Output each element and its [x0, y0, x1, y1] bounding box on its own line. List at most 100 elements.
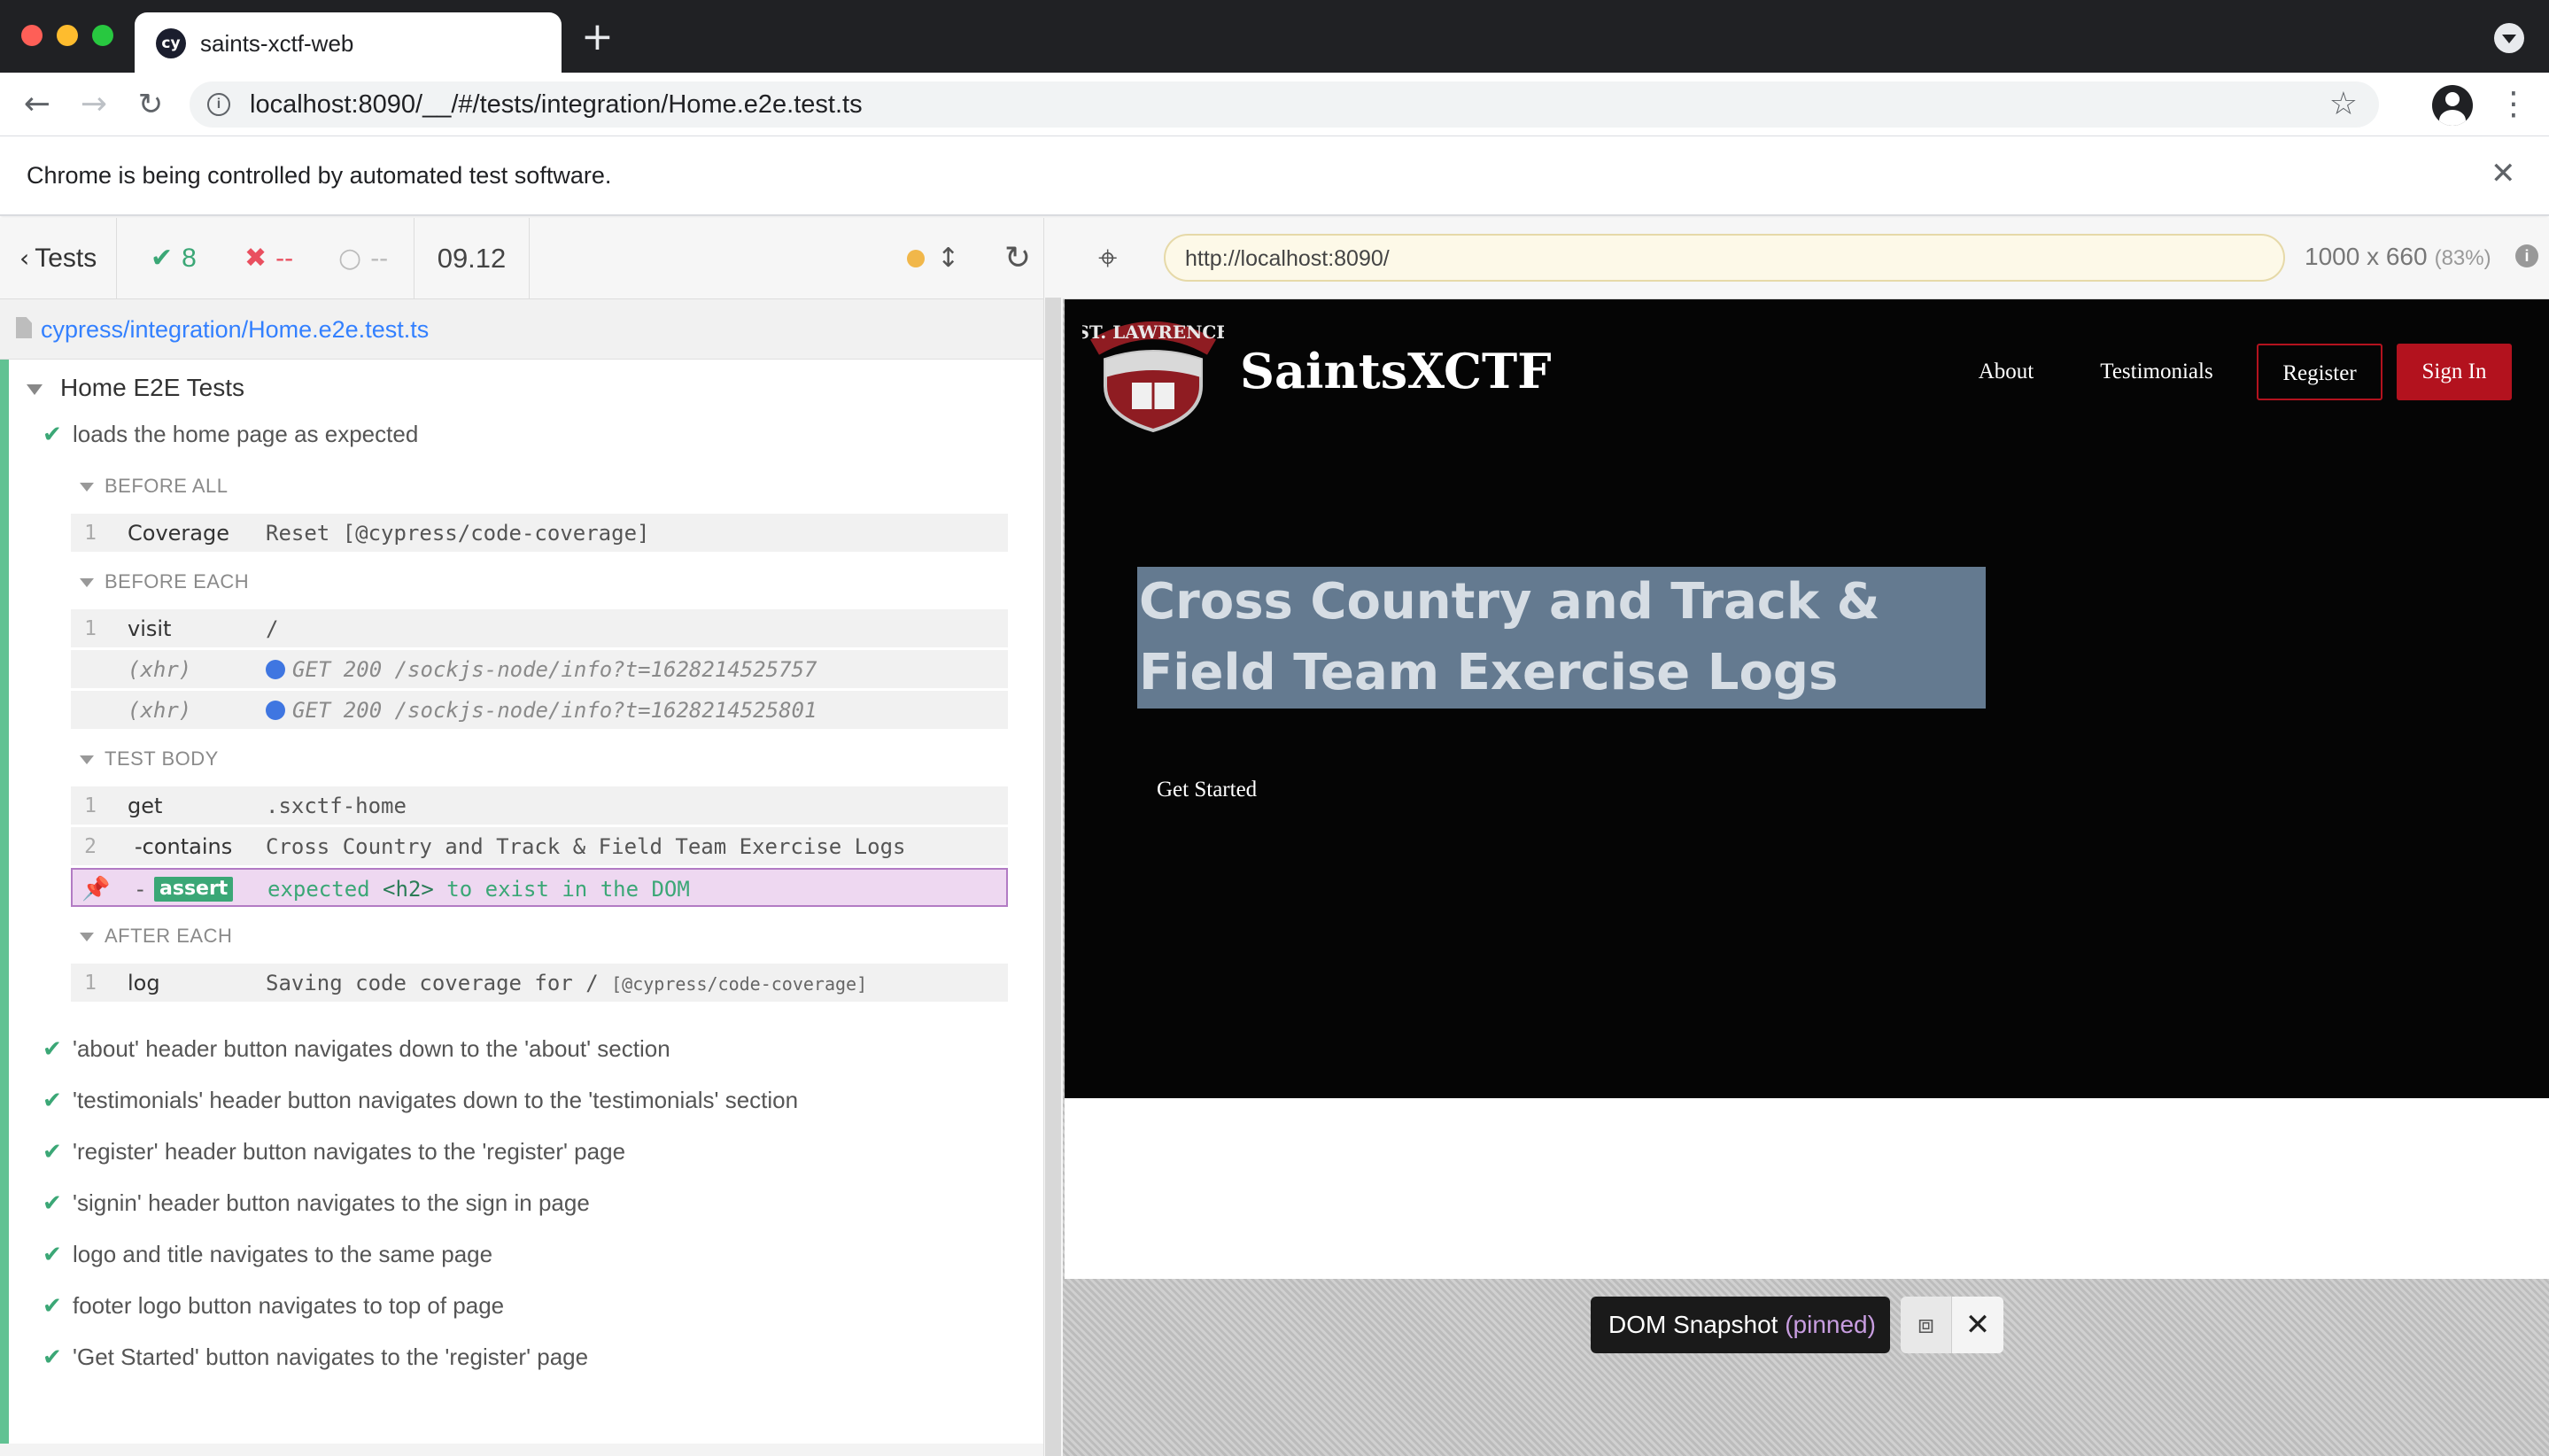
test-item[interactable]: ✔ logo and title navigates to the same pa…: [43, 1238, 492, 1271]
aut-url-text: http://localhost:8090/: [1185, 246, 1390, 271]
cypress-reporter: ‹ Tests ✔ 8 ✖ -- ○ -- 09.12 ↕ ↻ cypress/inte…: [0, 218, 1043, 1456]
chevron-left-icon: ‹: [19, 244, 30, 273]
command-row-pinned[interactable]: 📌 - assert expected <h2> to exist in the…: [71, 868, 1008, 907]
command-row-xhr[interactable]: (xhr) GET 200 /sockjs-node/info?t=162821…: [71, 691, 1008, 730]
cypress-favicon-icon: cy: [156, 28, 186, 58]
assert-badge: assert: [154, 877, 234, 902]
failed-stat: ✖ --: [244, 218, 293, 299]
spec-path-link[interactable]: cypress/integration/Home.e2e.test.ts: [41, 314, 429, 345]
dom-snapshot-label: DOM Snapshot (pinned): [1591, 1297, 1890, 1353]
automation-infobar: Chrome is being controlled by automated …: [0, 136, 2549, 216]
snapshot-pinned-text: (pinned): [1785, 1311, 1876, 1338]
tab-search-icon[interactable]: [2494, 23, 2524, 53]
window-close-button[interactable]: [21, 25, 43, 46]
tests-back-button[interactable]: ‹ Tests: [0, 218, 117, 299]
address-url[interactable]: localhost:8090/__/#/tests/integration/Ho…: [250, 90, 863, 119]
get-started-button[interactable]: Get Started: [1157, 774, 1257, 806]
test-item[interactable]: ✔ 'signin' header button navigates to the…: [43, 1187, 590, 1220]
hook-title-after-each[interactable]: AFTER EACH: [80, 923, 232, 949]
hook-title-text: BEFORE ALL: [105, 475, 229, 497]
logo-text: ST. LAWRENCE: [1082, 321, 1224, 343]
window-zoom-button[interactable]: [92, 25, 113, 46]
x-icon: ✖: [244, 243, 267, 274]
test-title: 'testimonials' header button navigates d…: [73, 1087, 799, 1113]
nav-register-button[interactable]: Register: [2257, 344, 2382, 400]
reporter-stats: ✔ 8 ✖ -- ○ --: [117, 218, 415, 299]
toggle-highlight-icon[interactable]: ⧈: [1901, 1297, 1952, 1353]
test-title: 'signin' header button navigates to the …: [73, 1189, 590, 1216]
check-icon: ✔: [151, 243, 174, 274]
hook-title-before-each[interactable]: BEFORE EACH: [80, 569, 249, 595]
assert-element: <h2>: [383, 877, 434, 902]
selector-playground-crosshair-icon[interactable]: ⌖: [1098, 237, 1117, 278]
xhr-message: GET 200 /sockjs-node/info?t=162821452580…: [292, 698, 817, 723]
child-dash: -: [136, 877, 144, 902]
st-lawrence-logo-icon[interactable]: ST. LAWRENCE: [1082, 312, 1224, 432]
unpin-close-icon[interactable]: ✕: [1952, 1297, 2003, 1353]
passed-count: 8: [182, 244, 197, 273]
toggle-auto-scroll-icon[interactable]: ↕: [937, 218, 959, 299]
reporter-scrollbar[interactable]: [1045, 298, 1061, 1456]
hook-title-text: AFTER EACH: [105, 925, 233, 947]
test-item[interactable]: ✔ 'testimonials' header button navigates …: [43, 1084, 798, 1117]
bookmark-star-icon[interactable]: ☆: [2329, 87, 2358, 122]
forward-arrow-icon[interactable]: →: [73, 83, 115, 126]
test-item[interactable]: ✔ 'Get Started' button navigates to the '…: [43, 1341, 588, 1374]
reporter-header: ‹ Tests ✔ 8 ✖ -- ○ -- 09.12 ↕ ↻: [0, 218, 1043, 299]
hook-title-before-all[interactable]: BEFORE ALL: [80, 473, 229, 500]
xhr-message: GET 200 /sockjs-node/info?t=162821452575…: [292, 657, 817, 682]
infobar-close-icon[interactable]: ✕: [2491, 156, 2516, 191]
nav-testimonials-button[interactable]: Testimonials: [2081, 344, 2232, 400]
command-number: 1: [84, 794, 97, 817]
run-duration: 09.12: [415, 218, 530, 299]
check-icon: ✔: [43, 1139, 62, 1166]
caret-down-icon: [80, 755, 94, 765]
command-row[interactable]: 1 get .sxctf-home: [71, 786, 1008, 825]
viewport-info-icon[interactable]: i: [2515, 244, 2538, 267]
command-row-xhr[interactable]: (xhr) GET 200 /sockjs-node/info?t=162821…: [71, 650, 1008, 689]
check-icon: ✔: [43, 422, 62, 448]
spec-path-bar: cypress/integration/Home.e2e.test.ts: [0, 299, 1043, 360]
check-icon: ✔: [43, 1190, 62, 1217]
test-title: 'register' header button navigates to th…: [73, 1138, 626, 1165]
pin-icon: 📌: [81, 876, 111, 902]
command-message: Saving code coverage for / [@cypress/cod…: [266, 964, 867, 1002]
command-name: get: [128, 794, 163, 818]
auto-scroll-dot-icon[interactable]: [907, 250, 925, 267]
window-minimize-button[interactable]: [57, 25, 78, 46]
nav-signin-button[interactable]: Sign In: [2397, 344, 2512, 400]
back-arrow-icon[interactable]: ←: [16, 83, 58, 126]
browser-menu-icon[interactable]: ⋮: [2498, 85, 2530, 124]
browser-toolbar: ← → ↻ i localhost:8090/__/#/tests/integr…: [0, 73, 2549, 136]
new-tab-icon[interactable]: +: [581, 18, 614, 57]
log-message: Saving code coverage for /: [266, 971, 599, 995]
test-item[interactable]: ✔ 'about' header button navigates down to…: [43, 1033, 670, 1065]
browser-tab[interactable]: cy saints-xctf-web: [135, 12, 562, 73]
tests-label: Tests: [35, 244, 97, 273]
test-title: 'about' header button navigates down to …: [73, 1035, 670, 1062]
command-row[interactable]: 1 Coverage Reset [@cypress/code-coverage…: [71, 514, 1008, 553]
command-number: 1: [84, 972, 97, 995]
command-row[interactable]: 1 log Saving code coverage for / [@cypre…: [71, 964, 1008, 1003]
profile-avatar-icon[interactable]: [2432, 85, 2473, 126]
hook-title-test-body[interactable]: TEST BODY: [80, 746, 219, 772]
command-name: (xhr): [128, 698, 192, 723]
nav-about-button[interactable]: About: [1964, 344, 2048, 400]
rerun-icon[interactable]: ↻: [1004, 218, 1031, 299]
test-title: 'Get Started' button navigates to the 'r…: [73, 1344, 589, 1370]
aut-url-bar: http://localhost:8090/: [1164, 234, 2285, 282]
check-icon: ✔: [43, 1088, 62, 1114]
test-item[interactable]: ✔ footer logo button navigates to top of …: [43, 1289, 504, 1322]
suite-title[interactable]: Home E2E Tests: [27, 370, 244, 406]
command-row[interactable]: 1 visit /: [71, 609, 1008, 648]
command-row[interactable]: 2 -contains Cross Country and Track & Fi…: [71, 827, 1008, 866]
command-message: GET 200 /sockjs-node/info?t=162821452575…: [266, 650, 817, 688]
site-info-icon[interactable]: i: [207, 93, 230, 116]
address-bar[interactable]: i localhost:8090/__/#/tests/integration/…: [190, 81, 2379, 128]
test-item-current[interactable]: ✔ loads the home page as expected: [43, 418, 418, 451]
site-title[interactable]: SaintsXCTF: [1240, 340, 1552, 402]
test-item[interactable]: ✔ 'register' header button navigates to t…: [43, 1135, 625, 1168]
reload-icon[interactable]: ↻: [129, 83, 172, 126]
tab-title: saints-xctf-web: [200, 30, 354, 57]
command-name: (xhr): [128, 657, 192, 682]
